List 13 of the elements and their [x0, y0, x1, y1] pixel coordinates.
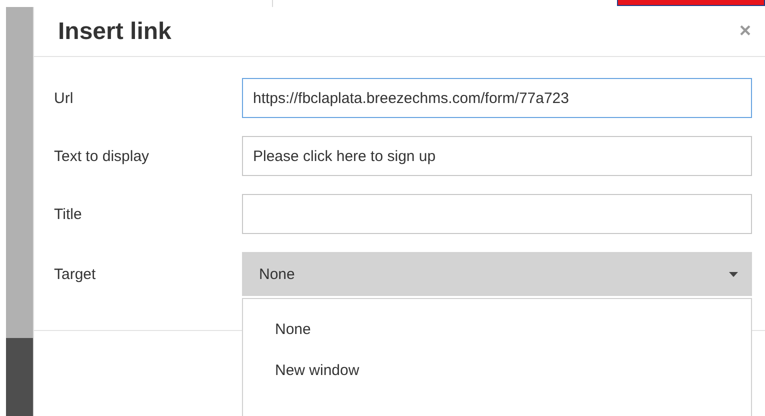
menu-option[interactable]: New window [243, 350, 751, 391]
page-button[interactable] [617, 0, 765, 6]
dialog-title: Insert link [58, 18, 172, 46]
input-field[interactable] [242, 194, 752, 234]
field-label: Text to display [54, 148, 150, 164]
field-label: Title [54, 206, 83, 222]
input-field[interactable]: Please click here to sign up [242, 136, 752, 176]
menu-option[interactable]: None [243, 309, 751, 350]
field-label: Target [54, 266, 97, 282]
target-select[interactable]: None [242, 252, 752, 296]
input-field[interactable]: https://fbclaplata.breezechms.com/form/77a723 [242, 78, 752, 118]
field-label: Url [54, 90, 74, 106]
caret-icon [729, 272, 738, 276]
